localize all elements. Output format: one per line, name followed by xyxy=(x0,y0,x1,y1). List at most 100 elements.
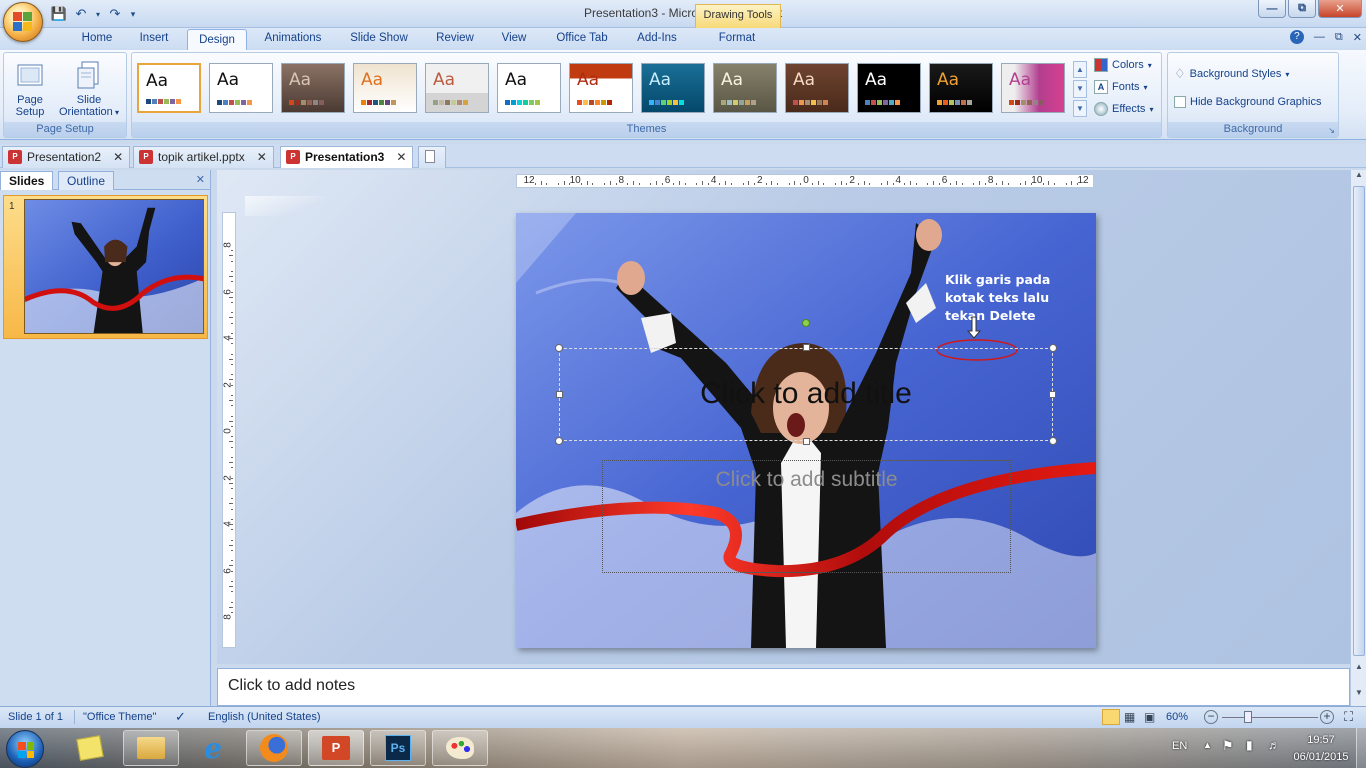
slide[interactable]: Klik garis pada kotak teks lalu tekan De… xyxy=(516,213,1096,648)
fit-to-window-icon[interactable]: ⛶ xyxy=(1344,709,1353,725)
zoom-out-icon[interactable]: − xyxy=(1204,710,1218,724)
zoom-slider-thumb[interactable] xyxy=(1244,711,1252,723)
subtitle-placeholder[interactable]: Click to add subtitle xyxy=(602,460,1011,573)
tab-office-tab[interactable]: Office Tab xyxy=(546,28,618,50)
page-setup-button[interactable]: Page Setup xyxy=(8,59,52,118)
resize-handle[interactable] xyxy=(803,438,810,445)
tab-outline[interactable]: Outline xyxy=(58,171,115,190)
theme-thumbnail[interactable]: Aa xyxy=(137,63,201,113)
theme-thumbnail[interactable]: Aa xyxy=(353,63,417,113)
action-center-flag-icon[interactable]: ⚑ xyxy=(1222,738,1234,754)
input-language[interactable]: EN xyxy=(1172,740,1187,752)
doc-tab-topik-artikel[interactable]: Ptopik artikel.pptx ✕ xyxy=(133,146,274,168)
slide-sorter-icon[interactable]: ▦ xyxy=(1124,710,1135,724)
resize-handle[interactable] xyxy=(555,437,563,445)
tab-insert[interactable]: Insert xyxy=(130,28,178,50)
resize-handle[interactable] xyxy=(556,391,563,398)
slide-show-icon[interactable]: ▣ xyxy=(1144,710,1155,724)
close-pane-icon[interactable]: ✕ xyxy=(196,173,205,186)
resize-handle[interactable] xyxy=(1049,437,1057,445)
theme-thumbnail[interactable]: Aa xyxy=(713,63,777,113)
horizontal-ruler[interactable]: 12 10 8 6 4 2 0 2 4 6 8 10 12 xyxy=(516,174,1094,188)
taskbar-internet-explorer[interactable]: e xyxy=(185,730,241,766)
theme-thumbnail[interactable]: Aa xyxy=(425,63,489,113)
clock-time[interactable]: 19:57 xyxy=(1296,734,1346,746)
theme-thumbnail[interactable]: Aa xyxy=(641,63,705,113)
zoom-in-icon[interactable]: + xyxy=(1320,710,1334,724)
theme-thumbnail[interactable]: Aa xyxy=(785,63,849,113)
fonts-button[interactable]: A Fonts ▾ xyxy=(1094,78,1148,96)
close-tab-icon[interactable]: ✕ xyxy=(396,150,406,164)
tab-home[interactable]: Home xyxy=(72,28,122,50)
themes-scroll-down-icon[interactable]: ▼ xyxy=(1073,80,1087,98)
close-button[interactable]: ✕ xyxy=(1318,0,1362,18)
title-placeholder[interactable]: Click to add title xyxy=(559,348,1053,441)
zoom-slider[interactable] xyxy=(1222,717,1318,718)
theme-thumbnail[interactable]: Aa xyxy=(209,63,273,113)
slide-thumbnail[interactable] xyxy=(24,199,204,334)
language[interactable]: English (United States) xyxy=(208,711,321,723)
slide-orientation-button[interactable]: Slide Orientation ▾ xyxy=(54,59,124,119)
taskbar-photoshop[interactable]: Ps xyxy=(370,730,426,766)
resize-handle[interactable] xyxy=(555,344,563,352)
spell-check-icon[interactable]: ✓ xyxy=(175,709,186,725)
theme-thumbnail[interactable]: Aa xyxy=(497,63,561,113)
tab-view[interactable]: View xyxy=(492,28,536,50)
tab-format[interactable]: Format xyxy=(705,28,769,50)
colors-button[interactable]: Colors ▾ xyxy=(1094,56,1152,74)
taskbar-powerpoint[interactable]: P xyxy=(308,730,364,766)
theme-thumbnail[interactable]: Aa xyxy=(281,63,345,113)
scroll-thumb[interactable] xyxy=(1353,186,1365,656)
new-tab-button[interactable] xyxy=(418,146,446,168)
notes-pane[interactable]: Click to add notes xyxy=(217,668,1350,706)
themes-scroll-up-icon[interactable]: ▲ xyxy=(1073,61,1087,79)
show-hidden-icons[interactable]: ▲ xyxy=(1203,740,1212,750)
doc-close-icon[interactable]: ✕ xyxy=(1353,31,1362,44)
doc-restore-icon[interactable]: ⧉ xyxy=(1335,31,1343,44)
slide-thumbnail-row[interactable]: 1 xyxy=(3,195,208,339)
taskbar-sticky-notes[interactable] xyxy=(62,730,118,766)
volume-icon[interactable]: ♬ xyxy=(1268,738,1280,752)
rotate-handle[interactable] xyxy=(802,319,810,327)
effects-button[interactable]: Effects ▾ xyxy=(1094,100,1153,118)
scroll-up-icon[interactable]: ▲ xyxy=(1352,170,1366,184)
themes-more-icon[interactable]: ▼ xyxy=(1073,99,1087,117)
show-desktop-button[interactable] xyxy=(1356,728,1366,768)
minimize-button[interactable]: — xyxy=(1258,0,1286,18)
hide-background-graphics-checkbox[interactable]: Hide Background Graphics xyxy=(1174,93,1321,111)
taskbar-explorer[interactable] xyxy=(123,730,179,766)
clock-date[interactable]: 06/01/2015 xyxy=(1292,751,1350,763)
theme-thumbnail[interactable]: Aa xyxy=(569,63,633,113)
tab-review[interactable]: Review xyxy=(428,28,482,50)
vertical-ruler[interactable]: 864202468 xyxy=(222,212,236,648)
resize-handle[interactable] xyxy=(803,344,810,351)
start-button[interactable] xyxy=(6,730,44,768)
zoom-level[interactable]: 60% xyxy=(1166,711,1188,723)
taskbar-paint[interactable] xyxy=(432,730,488,766)
office-button[interactable] xyxy=(3,2,43,42)
tab-add-ins[interactable]: Add-Ins xyxy=(626,28,688,50)
resize-handle[interactable] xyxy=(1049,391,1056,398)
normal-view-icon[interactable] xyxy=(1102,709,1120,725)
doc-tab-presentation2[interactable]: P Presentation2 ✕ xyxy=(2,146,131,168)
background-styles-button[interactable]: ♢ Background Styles ▾ xyxy=(1174,65,1289,83)
prev-slide-icon[interactable]: ▲ xyxy=(1352,662,1366,676)
close-tab-icon[interactable]: ✕ xyxy=(257,150,267,164)
next-slide-icon[interactable]: ▼ xyxy=(1352,688,1366,702)
doc-minimize-icon[interactable]: — xyxy=(1314,31,1325,43)
tab-animations[interactable]: Animations xyxy=(254,28,332,50)
taskbar-firefox[interactable] xyxy=(246,730,302,766)
help-icon[interactable]: ? xyxy=(1289,30,1304,44)
tab-design[interactable]: Design xyxy=(187,29,247,51)
dialog-launcher-icon[interactable]: ↘ xyxy=(1328,123,1335,138)
restore-button[interactable]: ⧉ xyxy=(1288,0,1316,18)
theme-thumbnail[interactable]: Aa xyxy=(857,63,921,113)
resize-handle[interactable] xyxy=(1049,344,1057,352)
close-tab-icon[interactable]: ✕ xyxy=(113,150,123,164)
tab-slide-show[interactable]: Slide Show xyxy=(340,28,418,50)
theme-thumbnail[interactable]: Aa xyxy=(1001,63,1065,113)
doc-tab-presentation3[interactable]: P Presentation3 ✕ xyxy=(280,146,414,168)
network-icon[interactable]: ▮ xyxy=(1246,738,1253,752)
vertical-scrollbar[interactable]: ▲ ▲ ▼ xyxy=(1350,170,1366,706)
tab-slides[interactable]: Slides xyxy=(0,171,54,190)
